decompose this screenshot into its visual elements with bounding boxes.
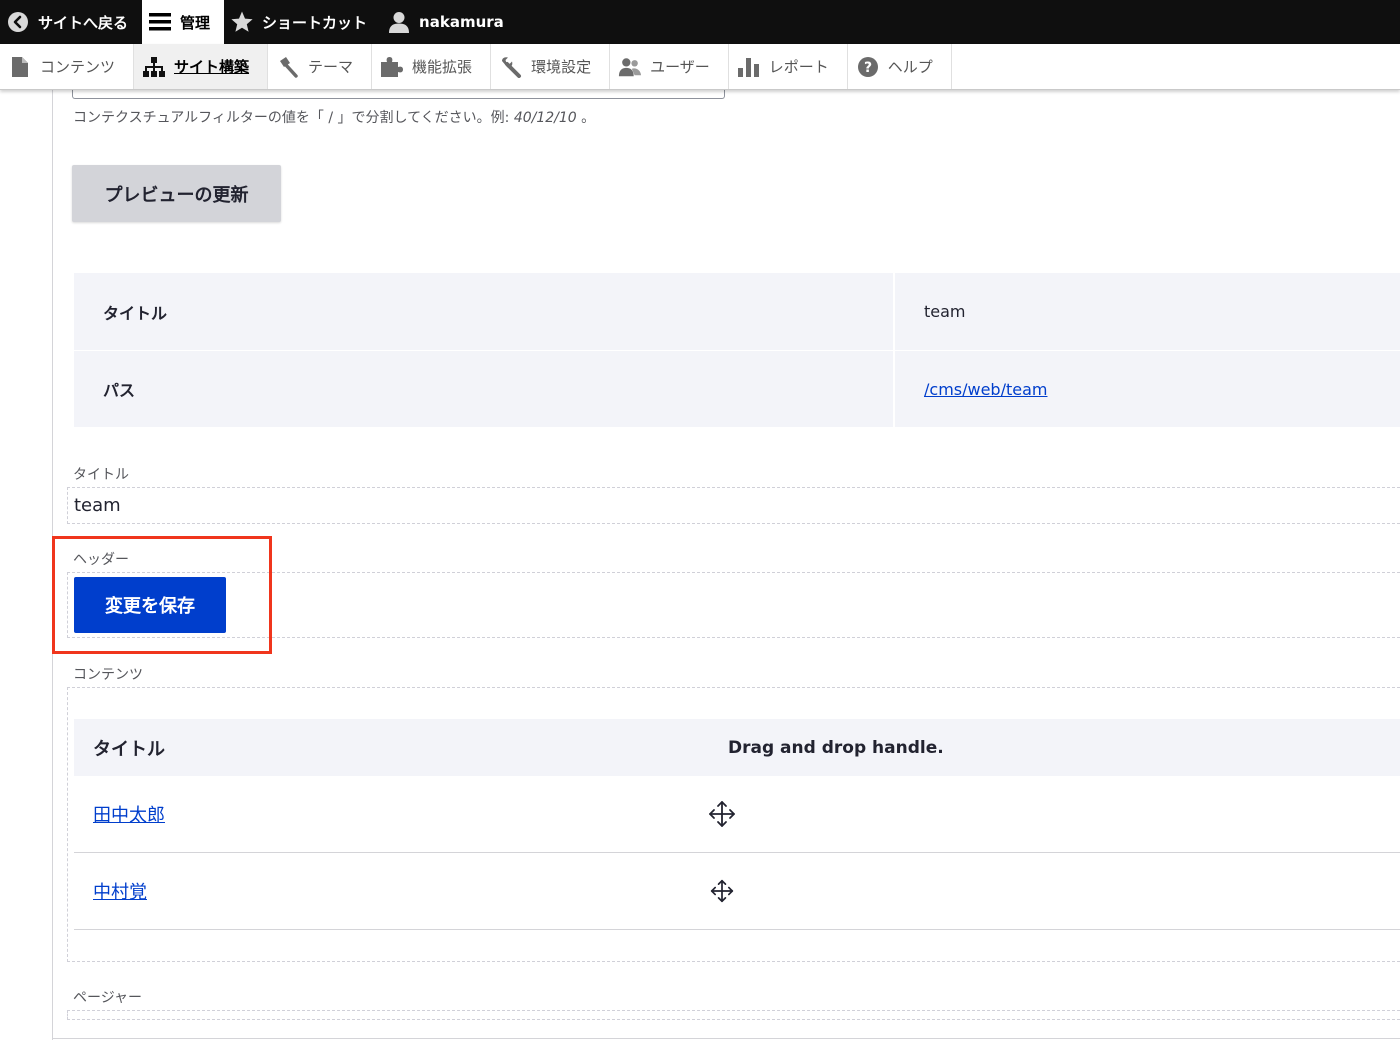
back-to-site-link[interactable]: サイトへ戻る: [0, 0, 142, 44]
admin-menu-tray: コンテンツ サイト構築 テーマ 機能拡張 環境設定 ユーザー レポート ? ヘル…: [0, 44, 1400, 90]
view-title: team: [74, 495, 121, 516]
tray-item-extend[interactable]: 機能拡張: [372, 44, 492, 89]
content-frame-border: [52, 1038, 1400, 1039]
column-header-drag: Drag and drop handle.: [728, 737, 944, 758]
drag-handle-icon[interactable]: [708, 800, 736, 828]
svg-text:?: ?: [864, 60, 872, 76]
back-arrow-icon: [6, 10, 30, 34]
info-key: タイトル: [74, 273, 895, 350]
pager-area-outline: [67, 1010, 1400, 1020]
help-icon: ?: [856, 55, 880, 79]
table-header: タイトル Drag and drop handle.: [74, 719, 1400, 776]
row-drag-cell: [708, 877, 1400, 905]
row-title-cell: 田中太郎: [74, 801, 708, 827]
tray-item-label: ヘルプ: [887, 58, 933, 76]
bar-chart-icon: [737, 55, 761, 79]
info-value: /cms/web/team: [895, 351, 1400, 427]
row-title-link[interactable]: 中村覚: [93, 882, 147, 903]
tray-item-label: サイト構築: [174, 58, 250, 76]
info-row-path: パス /cms/web/team: [74, 350, 1400, 427]
path-link[interactable]: /cms/web/team: [924, 380, 1047, 399]
tray-item-label: レポート: [768, 58, 829, 76]
admin-toolbar: サイトへ戻る 管理 ショートカット nakamura: [0, 0, 1400, 44]
tray-item-appearance[interactable]: テーマ: [268, 44, 373, 89]
brush-icon: [276, 55, 300, 79]
wrench-icon: [499, 55, 523, 79]
title-section-label: タイトル: [73, 467, 129, 483]
row-title-cell: 中村覚: [74, 878, 708, 904]
tray-item-label: 機能拡張: [412, 58, 473, 76]
shortcuts-label: ショートカット: [262, 13, 368, 32]
shortcuts-tab[interactable]: ショートカット: [224, 0, 381, 44]
table-row: 田中太郎: [74, 776, 1400, 853]
tray-item-label: ユーザー: [650, 58, 710, 76]
back-to-site-label: サイトへ戻る: [38, 13, 129, 32]
table-row: 中村覚: [74, 853, 1400, 930]
pager-section-label: ページャー: [73, 990, 143, 1006]
info-value: team: [895, 273, 1400, 350]
column-header-title: タイトル: [93, 738, 165, 760]
info-key: パス: [74, 351, 895, 427]
people-icon: [618, 55, 642, 79]
tray-item-config[interactable]: 環境設定: [491, 44, 611, 89]
tray-item-people[interactable]: ユーザー: [610, 44, 729, 89]
user-label: nakamura: [419, 13, 504, 31]
tray-item-reports[interactable]: レポート: [729, 44, 848, 89]
tray-item-content[interactable]: コンテンツ: [0, 44, 135, 89]
user-icon: [387, 10, 411, 34]
page-icon: [8, 55, 32, 79]
title-area-outline: [67, 487, 1400, 524]
highlight-box: [52, 536, 272, 654]
tray-item-label: コンテンツ: [40, 58, 116, 76]
user-tab[interactable]: nakamura: [381, 0, 518, 44]
preview-info-table: タイトル team パス /cms/web/team: [74, 273, 1400, 427]
content-table: タイトル Drag and drop handle. 田中太郎 中村覚: [74, 719, 1400, 930]
manage-label: 管理: [180, 13, 211, 32]
hamburger-icon: [148, 10, 172, 34]
tray-item-structure[interactable]: サイト構築: [134, 44, 269, 89]
star-icon: [230, 10, 254, 34]
tray-item-help[interactable]: ? ヘルプ: [848, 44, 952, 89]
tray-item-label: 環境設定: [531, 58, 592, 76]
puzzle-icon: [380, 55, 404, 79]
contextual-filter-help: コンテクスチュアルフィルターの値を「 / 」で分割してください。例: 40/12…: [73, 110, 596, 126]
info-row-title: タイトル team: [74, 273, 1400, 350]
structure-icon: [142, 55, 166, 79]
drag-handle-icon[interactable]: [708, 877, 736, 905]
row-drag-cell: [708, 800, 1400, 828]
manage-tab[interactable]: 管理: [142, 0, 225, 44]
row-title-link[interactable]: 田中太郎: [93, 805, 165, 826]
content-section-label: コンテンツ: [73, 667, 143, 683]
update-preview-button[interactable]: プレビューの更新: [72, 165, 281, 222]
tray-item-label: テーマ: [308, 58, 354, 76]
